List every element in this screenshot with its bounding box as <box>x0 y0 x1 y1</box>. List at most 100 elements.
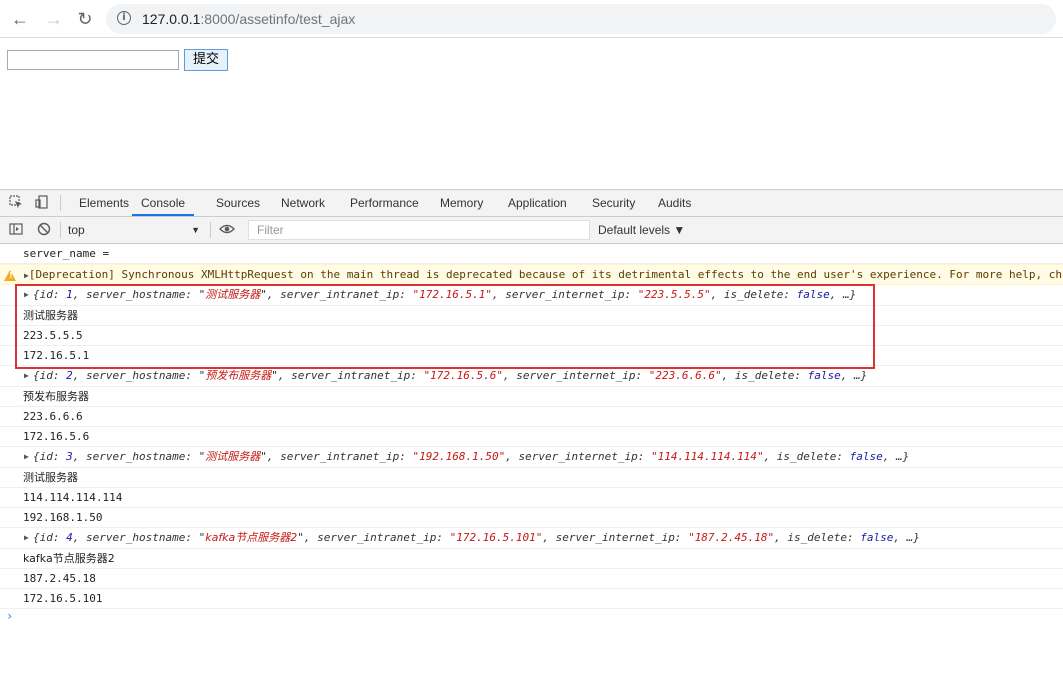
object-preview[interactable]: {id: 3, server_hostname: "测试服务器", server… <box>33 447 909 467</box>
object-token: , …} <box>840 369 868 382</box>
object-token: {id: <box>33 369 67 382</box>
arrow-right-icon[interactable]: → <box>42 7 66 31</box>
console-log-line: 预发布服务器 <box>0 387 1063 407</box>
console-log-text: server_name = <box>23 247 110 260</box>
server-name-input[interactable] <box>7 50 179 70</box>
arrow-left-icon[interactable]: ← <box>8 7 32 31</box>
object-token: , is_delete: <box>763 450 850 463</box>
object-token: false <box>849 450 883 463</box>
console-log-line: 测试服务器 <box>0 468 1063 488</box>
console-output: server_name =! ▶[Deprecation] Synchronous… <box>0 244 1063 677</box>
expand-triangle-icon[interactable]: ▶ <box>24 366 29 386</box>
console-object-row: ▶ {id: 2, server_hostname: "预发布服务器", serv… <box>0 366 1063 387</box>
submit-button[interactable]: 提交 <box>184 49 228 71</box>
object-token: 172.16.5.6 <box>430 369 497 382</box>
tab-console[interactable]: Console <box>132 190 195 216</box>
object-token: false <box>860 531 894 544</box>
object-token: " <box>688 531 695 544</box>
reload-icon[interactable]: ↻ <box>73 7 97 31</box>
tab-performance[interactable]: Performance <box>350 190 419 216</box>
log-intranet-ip: 172.16.5.6 <box>23 430 90 443</box>
expand-triangle-icon[interactable]: ▶ <box>24 528 29 548</box>
log-internet-ip: 223.5.5.5 <box>23 329 83 342</box>
console-object-row: ▶ {id: 4, server_hostname: "kafka节点服务器2",… <box>0 528 1063 549</box>
object-token: 4 <box>66 531 73 544</box>
expand-triangle-icon[interactable]: ▶ <box>24 285 29 305</box>
clear-console-icon[interactable] <box>36 222 52 238</box>
url-text[interactable]: 127.0.0.1:8000/assetinfo/test_ajax <box>142 11 355 27</box>
object-token: 172.16.5.1 <box>419 288 486 301</box>
tab-audits[interactable]: Audits <box>658 190 691 216</box>
console-log-line: kafka节点服务器2 <box>0 549 1063 569</box>
log-internet-ip: 114.114.114.114 <box>23 491 123 504</box>
object-token: , server_hostname: " <box>72 450 206 463</box>
object-token: , server_hostname: " <box>72 369 206 382</box>
object-token: {id: <box>33 450 67 463</box>
object-preview[interactable]: {id: 1, server_hostname: "测试服务器", server… <box>33 285 856 305</box>
object-token: " <box>756 450 764 463</box>
console-prompt[interactable]: › <box>6 609 13 623</box>
object-token: ", server_intranet_ip: <box>271 369 424 382</box>
show-sidebar-icon[interactable] <box>8 222 24 238</box>
object-token: false <box>807 369 841 382</box>
object-token: 1 <box>66 288 73 301</box>
warning-text: ▶[Deprecation] Synchronous XMLHttpReques… <box>24 265 1062 286</box>
object-token: , server_hostname: " <box>72 531 206 544</box>
console-log-line: server_name = <box>0 244 1063 264</box>
object-token: , server_internet_ip: <box>505 450 651 463</box>
object-token: , server_hostname: " <box>72 288 206 301</box>
log-internet-ip: 223.6.6.6 <box>23 410 83 423</box>
object-preview[interactable]: {id: 4, server_hostname: "kafka节点服务器2", … <box>33 528 920 548</box>
inspect-element-icon[interactable] <box>8 195 24 211</box>
object-token: " <box>703 288 711 301</box>
object-token: ", server_intranet_ip: <box>260 288 413 301</box>
console-object-row: ▶ {id: 1, server_hostname: "测试服务器", serve… <box>0 285 1063 306</box>
context-select[interactable]: top ▼ <box>68 220 204 240</box>
object-token: , …} <box>882 450 910 463</box>
console-log-line: 172.16.5.101 <box>0 589 1063 609</box>
url-host: 127.0.0.1 <box>142 11 201 27</box>
tab-network[interactable]: Network <box>281 190 325 216</box>
object-token: 172.16.5.101 <box>456 531 536 544</box>
object-token: , …} <box>829 288 857 301</box>
tab-memory[interactable]: Memory <box>440 190 483 216</box>
object-token: " <box>650 450 658 463</box>
devtools-panel: Elements Console Sources Network Perform… <box>0 189 1063 676</box>
warning-message: [Deprecation] Synchronous XMLHttpRequest… <box>28 268 1062 281</box>
object-token: , is_delete: <box>721 369 808 382</box>
object-token: 187.2.45.18 <box>694 531 768 544</box>
object-token: 预发布服务器 <box>205 369 272 382</box>
url-path: :8000/assetinfo/test_ajax <box>200 11 356 27</box>
chevron-down-icon: ▼ <box>191 225 200 235</box>
warning-icon-mark: ! <box>9 271 13 280</box>
object-token: , is_delete: <box>710 288 797 301</box>
default-levels-dropdown[interactable]: Default levels ▼ <box>598 220 685 240</box>
tab-sources[interactable]: Sources <box>216 190 260 216</box>
eye-icon[interactable] <box>219 222 235 238</box>
address-bar[interactable]: i 127.0.0.1:8000/assetinfo/test_ajax <box>106 4 1056 34</box>
info-icon[interactable]: i <box>117 11 131 25</box>
console-log-line: 223.5.5.5 <box>0 326 1063 346</box>
object-token: {id: <box>33 531 67 544</box>
expand-triangle-icon[interactable]: ▶ <box>24 447 29 467</box>
filter-input[interactable]: Filter <box>248 220 590 240</box>
object-token: 223.6.6.6 <box>655 369 715 382</box>
tab-application[interactable]: Application <box>508 190 567 216</box>
tab-security[interactable]: Security <box>592 190 635 216</box>
log-intranet-ip: 192.168.1.50 <box>23 511 103 524</box>
console-log-line: 172.16.5.1 <box>0 346 1063 366</box>
console-toolbar: top ▼ Filter Default levels ▼ <box>0 217 1063 244</box>
log-hostname: 测试服务器 <box>23 471 78 484</box>
console-warning: ! ▶[Deprecation] Synchronous XMLHttpReque… <box>0 264 1063 285</box>
object-token: ", server_intranet_ip: <box>260 450 413 463</box>
log-internet-ip: 187.2.45.18 <box>23 572 96 585</box>
device-toolbar-icon[interactable] <box>34 195 50 211</box>
console-log-line: 测试服务器 <box>0 306 1063 326</box>
object-token: false <box>796 288 830 301</box>
object-preview[interactable]: {id: 2, server_hostname: "预发布服务器", serve… <box>33 366 867 386</box>
object-token: , is_delete: <box>774 531 861 544</box>
console-log-line: 223.6.6.6 <box>0 407 1063 427</box>
tab-elements[interactable]: Elements <box>79 190 129 216</box>
console-log-line: 187.2.45.18 <box>0 569 1063 589</box>
object-token: , server_internet_ip: <box>542 531 689 544</box>
